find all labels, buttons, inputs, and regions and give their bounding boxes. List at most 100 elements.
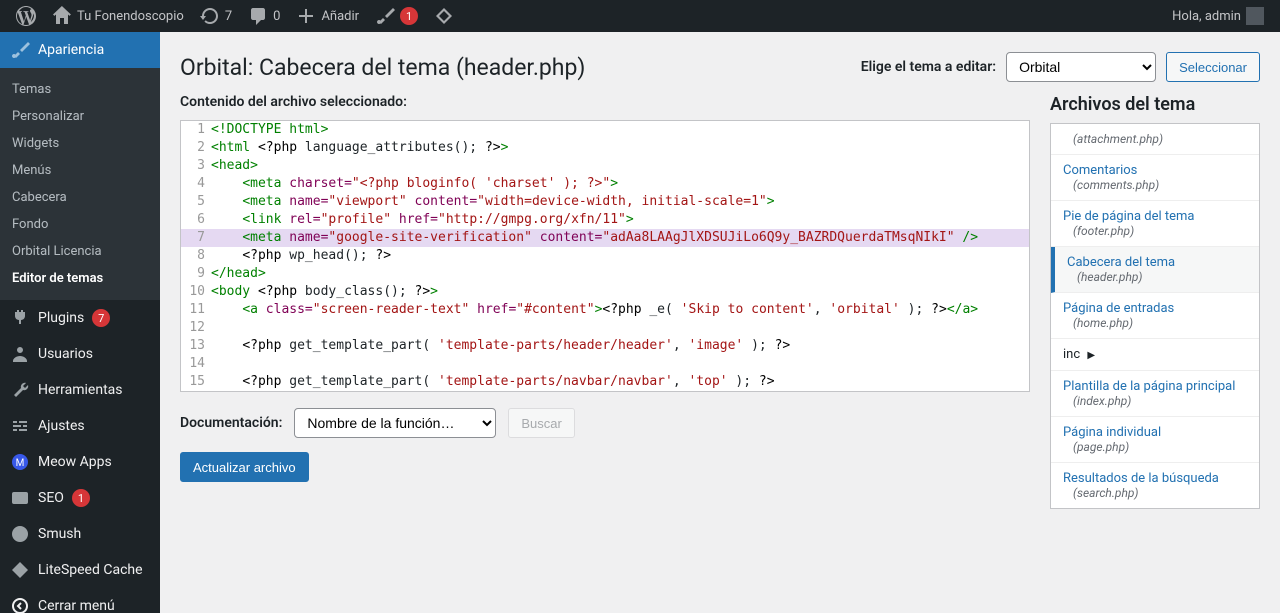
files-heading: Archivos del tema (1050, 94, 1260, 115)
code-line[interactable]: 12 (181, 319, 1029, 337)
menu-collapse[interactable]: Cerrar menú (0, 588, 160, 613)
file-item[interactable]: Plantilla de la página principal(index.p… (1051, 371, 1259, 417)
comments-link[interactable]: 0 (240, 0, 288, 32)
wrench-icon (10, 380, 30, 400)
file-item[interactable]: Pie de página del tema(footer.php) (1051, 201, 1259, 247)
file-item[interactable]: Resultados de la búsqueda(search.php) (1051, 463, 1259, 508)
code-content[interactable]: <meta charset="<?php bloginfo( 'charset'… (211, 175, 1029, 193)
submenu-orbital-license[interactable]: Orbital Licencia (0, 238, 160, 265)
code-line[interactable]: 6 <link rel="profile" href="http://gmpg.… (181, 211, 1029, 229)
page-title: Orbital: Cabecera del tema (header.php) (180, 54, 585, 81)
file-link-name: Plantilla de la página principal (1063, 379, 1235, 394)
user-greeting[interactable]: Hola, admin (1164, 0, 1272, 32)
code-line[interactable]: 8 <?php wp_head(); ?> (181, 247, 1029, 265)
file-link-name: Comentarios (1063, 163, 1137, 178)
site-link[interactable]: Tu Fonendoscopio (44, 0, 192, 32)
menu-seo[interactable]: SEO1 (0, 480, 160, 516)
code-line[interactable]: 1<!DOCTYPE html> (181, 121, 1029, 139)
menu-plugins[interactable]: Plugins7 (0, 300, 160, 336)
file-link-name: Cabecera del tema (1067, 255, 1175, 270)
code-line[interactable]: 5 <meta name="viewport" content="width=d… (181, 193, 1029, 211)
line-number: 11 (181, 301, 211, 319)
file-filename: (footer.php) (1073, 224, 1247, 238)
docs-label: Documentación: (180, 415, 282, 431)
code-line[interactable]: 4 <meta charset="<?php bloginfo( 'charse… (181, 175, 1029, 193)
seo-icon (10, 488, 30, 508)
code-line[interactable]: 13 <?php get_template_part( 'template-pa… (181, 337, 1029, 355)
file-list: (attachment.php)Comentarios(comments.php… (1050, 123, 1260, 509)
critical-css-link[interactable]: 1 (367, 0, 426, 32)
code-line[interactable]: 3<head> (181, 157, 1029, 175)
line-number: 14 (181, 355, 211, 373)
code-editor[interactable]: 1<!DOCTYPE html>2<html <?php language_at… (180, 120, 1030, 392)
menu-settings[interactable]: Ajustes (0, 408, 160, 444)
site-name: Tu Fonendoscopio (77, 9, 184, 24)
refresh-icon (200, 6, 220, 26)
submenu-themes[interactable]: Temas (0, 76, 160, 103)
diamond-icon (434, 6, 454, 26)
submenu-customize[interactable]: Personalizar (0, 103, 160, 130)
file-item[interactable]: Página individual(page.php) (1051, 417, 1259, 463)
submenu-header[interactable]: Cabecera (0, 184, 160, 211)
code-line[interactable]: 7 <meta name="google-site-verification" … (181, 229, 1029, 247)
code-content[interactable]: <?php get_template_part( 'template-parts… (211, 373, 1029, 391)
line-number: 15 (181, 373, 211, 391)
code-content[interactable]: <meta name="google-site-verification" co… (211, 229, 1029, 247)
update-file-button[interactable]: Actualizar archivo (180, 452, 309, 482)
code-content[interactable]: <html <?php language_attributes(); ?>> (211, 139, 1029, 157)
menu-appearance[interactable]: Apariencia (0, 32, 160, 68)
code-content[interactable]: <body <?php body_class(); ?>> (211, 283, 1029, 301)
add-new-link[interactable]: Añadir (288, 0, 367, 32)
menu-tools[interactable]: Herramientas (0, 372, 160, 408)
theme-selector-group: Elige el tema a editar: Orbital Seleccio… (861, 52, 1260, 82)
search-button[interactable]: Buscar (508, 408, 574, 438)
code-content[interactable]: <?php get_template_part( 'template-parts… (211, 337, 1029, 355)
plugins-badge: 7 (92, 309, 110, 327)
code-line[interactable]: 9</head> (181, 265, 1029, 283)
admin-sidebar: Apariencia Temas Personalizar Widgets Me… (0, 32, 160, 613)
menu-meow-apps[interactable]: MMeow Apps (0, 444, 160, 480)
code-content[interactable]: <meta name="viewport" content="width=dev… (211, 193, 1029, 211)
code-line[interactable]: 14 (181, 355, 1029, 373)
line-number: 1 (181, 121, 211, 139)
wp-logo[interactable] (8, 0, 44, 32)
line-number: 4 (181, 175, 211, 193)
submenu-background[interactable]: Fondo (0, 211, 160, 238)
file-item[interactable]: Cabecera del tema(header.php) (1051, 247, 1259, 293)
file-item[interactable]: Comentarios(comments.php) (1051, 155, 1259, 201)
theme-select[interactable]: Orbital (1006, 52, 1156, 82)
file-item[interactable]: Página de entradas(home.php) (1051, 293, 1259, 339)
line-number: 2 (181, 139, 211, 157)
users-icon (10, 344, 30, 364)
menu-smush[interactable]: Smush (0, 516, 160, 552)
code-line[interactable]: 2<html <?php language_attributes(); ?>> (181, 139, 1029, 157)
select-theme-button[interactable]: Seleccionar (1166, 52, 1260, 82)
updates-link[interactable]: 7 (192, 0, 240, 32)
code-content[interactable]: <link rel="profile" href="http://gmpg.or… (211, 211, 1029, 229)
file-item[interactable]: (attachment.php) (1051, 124, 1259, 155)
submenu-widgets[interactable]: Widgets (0, 130, 160, 157)
code-content[interactable]: <!DOCTYPE html> (211, 121, 1029, 139)
code-line[interactable]: 11 <a class="screen-reader-text" href="#… (181, 301, 1029, 319)
litespeed-icon (10, 560, 30, 580)
function-select[interactable]: Nombre de la función… (294, 408, 496, 438)
code-content[interactable]: <a class="screen-reader-text" href="#con… (211, 301, 1029, 319)
file-item[interactable]: inc ▶ (1051, 339, 1259, 371)
seo-badge: 1 (72, 489, 90, 507)
code-content[interactable] (211, 319, 1029, 337)
menu-litespeed[interactable]: LiteSpeed Cache (0, 552, 160, 588)
code-content[interactable]: <?php wp_head(); ?> (211, 247, 1029, 265)
code-content[interactable]: <head> (211, 157, 1029, 175)
code-line[interactable]: 15 <?php get_template_part( 'template-pa… (181, 373, 1029, 391)
submenu-menus[interactable]: Menús (0, 157, 160, 184)
line-number: 8 (181, 247, 211, 265)
menu-users[interactable]: Usuarios (0, 336, 160, 372)
cache-link[interactable] (426, 0, 462, 32)
line-number: 7 (181, 229, 211, 247)
code-line[interactable]: 10<body <?php body_class(); ?>> (181, 283, 1029, 301)
submenu-theme-editor[interactable]: Editor de temas (0, 265, 160, 292)
chevron-right-icon: ▶ (1087, 350, 1095, 361)
code-content[interactable]: </head> (211, 265, 1029, 283)
code-content[interactable] (211, 355, 1029, 373)
line-number: 9 (181, 265, 211, 283)
